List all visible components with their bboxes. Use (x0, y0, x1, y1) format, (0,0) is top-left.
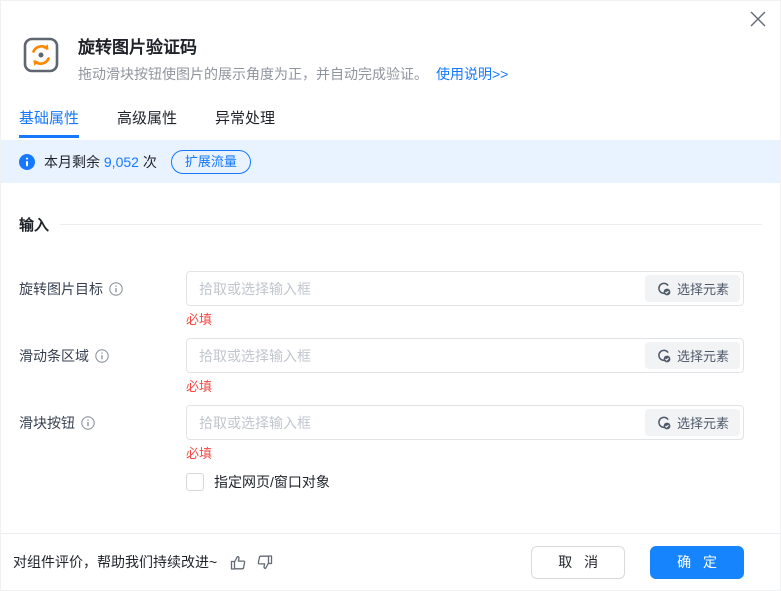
input-wrap: 选择元素 (186, 405, 744, 440)
property-tabs: 基础属性 高级属性 异常处理 (19, 107, 780, 138)
tab-advanced-properties[interactable]: 高级属性 (117, 107, 177, 138)
close-x-glyph (750, 11, 766, 27)
thumbs-up-icon[interactable] (230, 554, 247, 571)
tooltip-info-icon[interactable] (81, 415, 95, 430)
cancel-button[interactable]: 取 消 (531, 545, 626, 579)
required-note: 必填 (186, 312, 213, 327)
select-element-button[interactable]: 选择元素 (644, 342, 740, 369)
field-label-text: 滑块按钮 (19, 414, 75, 431)
usage-help-link[interactable]: 使用说明>> (436, 66, 508, 82)
close-icon[interactable] (747, 8, 769, 30)
tooltip-info-icon[interactable] (109, 281, 123, 296)
checkbox-label: 指定网页/窗口对象 (214, 474, 330, 490)
confirm-button[interactable]: 确 定 (650, 545, 744, 579)
info-icon (19, 153, 35, 170)
required-note: 必填 (186, 446, 213, 461)
required-note: 必填 (186, 379, 213, 394)
specify-window-checkbox-row[interactable]: 指定网页/窗口对象 (186, 472, 780, 492)
select-element-button[interactable]: 选择元素 (644, 275, 740, 302)
element-picker-icon (658, 349, 671, 363)
section-title: 输入 (19, 217, 50, 234)
thumbs-down-icon[interactable] (256, 554, 273, 571)
select-element-label: 选择元素 (676, 349, 729, 364)
select-element-label: 选择元素 (676, 282, 729, 297)
select-element-button[interactable]: 选择元素 (644, 409, 740, 436)
dialog-footer: 对组件评价，帮助我们持续改进~ 取 消 确 定 (1, 533, 780, 590)
quota-unit: 次 (142, 153, 157, 170)
field-row-rotate-target: 旋转图片目标 选择元素 (1, 271, 780, 306)
input-wrap: 选择元素 (186, 338, 744, 373)
rotate-captcha-dialog: 旋转图片验证码 拖动滑块按钮使图片的展示角度为正，并自动完成验证。 使用说明>> … (0, 0, 781, 591)
dialog-title: 旋转图片验证码 (78, 38, 197, 57)
feedback-text: 对组件评价，帮助我们持续改进~ (13, 554, 218, 570)
header-text: 旋转图片验证码 拖动滑块按钮使图片的展示角度为正，并自动完成验证。 使用说明>> (78, 37, 508, 84)
field-row-slider-area: 滑动条区域 选择元素 (1, 338, 780, 373)
element-picker-icon (658, 282, 671, 296)
field-label-slider-area: 滑动条区域 (19, 346, 186, 366)
quota-text: 本月剩余 9,052 次 (44, 152, 157, 172)
section-divider (60, 224, 762, 225)
field-label-text: 旋转图片目标 (19, 280, 103, 297)
checkbox-unchecked[interactable] (186, 473, 204, 491)
quota-prefix: 本月剩余 (44, 153, 100, 170)
field-row-slider-button: 滑块按钮 选择元素 (1, 405, 780, 440)
quota-bar: 本月剩余 9,052 次 扩展流量 (1, 140, 780, 183)
element-picker-icon (658, 416, 671, 430)
tooltip-info-icon[interactable] (95, 348, 109, 363)
quota-count: 9,052 (103, 153, 139, 170)
tab-exception-handling[interactable]: 异常处理 (215, 107, 275, 138)
field-label-text: 滑动条区域 (19, 347, 89, 364)
tab-basic-properties[interactable]: 基础属性 (19, 107, 80, 138)
select-element-label: 选择元素 (676, 416, 729, 431)
dialog-description: 拖动滑块按钮使图片的展示角度为正，并自动完成验证。 使用说明>> (78, 64, 508, 84)
field-label-slider-button: 滑块按钮 (19, 413, 186, 433)
input-section-header: 输入 (19, 214, 762, 235)
rotate-image-icon (23, 37, 59, 73)
input-form: 旋转图片目标 选择元素 必填 (1, 271, 780, 492)
expand-traffic-button[interactable]: 扩展流量 (170, 149, 251, 174)
field-label-rotate-target: 旋转图片目标 (19, 279, 186, 299)
description-text: 拖动滑块按钮使图片的展示角度为正，并自动完成验证。 (78, 66, 428, 82)
dialog-header: 旋转图片验证码 拖动滑块按钮使图片的展示角度为正，并自动完成验证。 使用说明>> (1, 1, 780, 84)
input-wrap: 选择元素 (186, 271, 744, 306)
